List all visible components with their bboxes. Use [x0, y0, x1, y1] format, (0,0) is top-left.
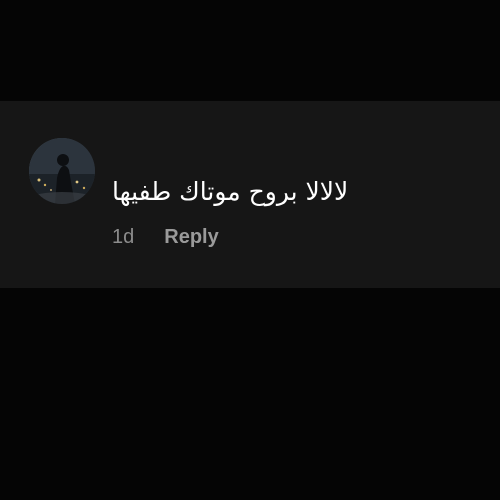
- comment-text: لالالا بروح موتاك طفيها: [112, 177, 349, 206]
- comment-item: لالالا بروح موتاك طفيها 1d Reply: [0, 101, 500, 288]
- user-avatar[interactable]: [29, 138, 95, 204]
- screen: لالالا بروح موتاك طفيها 1d Reply: [0, 0, 500, 500]
- avatar-photo-icon: [29, 138, 95, 204]
- comment-timestamp: 1d: [112, 225, 135, 248]
- comment-meta: 1d Reply: [112, 224, 219, 250]
- reply-button[interactable]: Reply: [164, 226, 218, 249]
